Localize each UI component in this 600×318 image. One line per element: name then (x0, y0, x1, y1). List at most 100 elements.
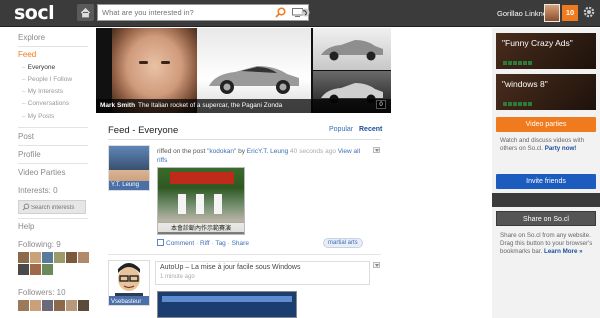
video-party-card[interactable]: "windows 8" (496, 74, 596, 110)
avatar[interactable] (66, 252, 77, 263)
following-count[interactable]: Following: 9 (18, 240, 61, 249)
avatar[interactable] (66, 300, 77, 311)
avatar[interactable] (78, 300, 89, 311)
avatar[interactable] (54, 252, 65, 263)
car-image (321, 40, 383, 61)
search-input[interactable] (98, 5, 268, 20)
post-screenshot[interactable] (157, 291, 297, 318)
divider (108, 254, 381, 255)
avatar[interactable] (18, 264, 29, 275)
video-party-title: "windows 8" (502, 79, 548, 89)
image-figure (196, 194, 204, 214)
feed-item-label: People I Follow (27, 76, 73, 83)
learn-more-link[interactable]: Learn More » (544, 248, 583, 255)
post-author-name[interactable]: Y.T. Leung (109, 181, 149, 190)
caption-text: The Italian rocket of a supercar, the Pa… (138, 102, 283, 109)
tag-link[interactable]: Tag (215, 240, 225, 247)
top-bar: socl Gorillao Linknoi 10 (0, 0, 600, 27)
collapse-post-button[interactable] (373, 262, 380, 268)
share-on-socl-button[interactable]: Share on So.cl (496, 211, 596, 226)
nav-profile[interactable]: Profile (18, 150, 41, 159)
cartoon-avatar-icon: Vsebasteur (109, 263, 149, 305)
divider (18, 163, 88, 164)
interests-count: Interests: 0 (18, 186, 58, 195)
riffs-link[interactable]: riffs (157, 157, 167, 164)
participant-thumbs (503, 61, 532, 65)
supercar-photo (313, 28, 391, 70)
nav-explore[interactable]: Explore (18, 33, 45, 42)
video-party-title: "Funny Crazy Ads" (502, 38, 573, 48)
avatar[interactable] (30, 252, 41, 263)
nav-help[interactable]: Help (18, 222, 34, 231)
post-timestamp: 40 seconds ago (288, 148, 338, 155)
post-link[interactable]: "kodokan" (207, 148, 236, 155)
tab-recent[interactable]: Recent (359, 126, 382, 133)
username-label[interactable]: Gorillao Linknoi (497, 9, 549, 18)
follower-avatars (18, 300, 89, 311)
video-parties-button[interactable]: Video parties (496, 117, 596, 132)
feed-item-everyone[interactable]: – Everyone (22, 64, 55, 71)
globe-icon[interactable] (301, 8, 310, 17)
tab-popular[interactable]: Popular (329, 126, 353, 133)
search-interests-input[interactable] (31, 202, 85, 213)
post-title[interactable]: AutoUp – La mise à jour facile sous Wind… (160, 264, 300, 271)
avatar[interactable] (42, 300, 53, 311)
riff-link[interactable]: Riff (200, 240, 210, 247)
gear-icon[interactable] (582, 5, 596, 19)
avatar[interactable] (54, 300, 65, 311)
search-interests-field[interactable] (18, 200, 86, 214)
post-author-avatar[interactable]: Vsebasteur (108, 260, 150, 306)
collapse-post-button[interactable] (373, 147, 380, 153)
feed-item-label: Conversations (27, 100, 70, 107)
user-avatar[interactable] (544, 4, 560, 22)
invite-friends-button[interactable]: Invite friends (496, 174, 596, 189)
divider (18, 218, 88, 219)
party-now-link[interactable]: Party now! (545, 145, 577, 152)
divider (18, 46, 88, 47)
participant-thumbs (503, 102, 532, 106)
avatar[interactable] (18, 300, 29, 311)
avatar[interactable] (78, 252, 89, 263)
socl-logo[interactable]: socl (14, 2, 55, 24)
avatar[interactable] (30, 300, 41, 311)
comment-icon (157, 239, 164, 246)
avatar[interactable] (42, 252, 53, 263)
notification-badge[interactable]: 10 (562, 5, 578, 21)
avatar[interactable] (18, 252, 29, 263)
view-all-riffs-link[interactable]: View all (338, 148, 360, 155)
nav-feed[interactable]: Feed (18, 50, 36, 59)
car-image (209, 66, 299, 94)
nav-post[interactable]: Post (18, 132, 34, 141)
banner-caption: Mark Smith The Italian rocket of a superc… (96, 99, 391, 113)
video-party-card[interactable]: "Funny Crazy Ads" (496, 33, 596, 69)
comment-link[interactable]: Comment (166, 240, 194, 247)
feed-item-my-interests[interactable]: – My Interests (22, 88, 63, 95)
feed-title: Feed - Everyone (108, 125, 179, 136)
search-bar[interactable] (97, 4, 309, 21)
video-parties-description: Watch and discuss videos with others on … (500, 137, 594, 153)
divider (492, 193, 600, 207)
screenshot-toolbar (162, 296, 292, 302)
search-icon[interactable] (275, 7, 286, 18)
caption-author[interactable]: Mark Smith (100, 102, 135, 109)
post-summary: riffed on the post "kodokan" by EricY.T.… (157, 147, 367, 165)
image-banner (170, 172, 234, 184)
post-actions: Comment · Riff · Tag · Share (157, 239, 249, 247)
post-image[interactable]: 本會診斷內作示範賽演 (157, 167, 245, 235)
feed-item-conversations[interactable]: – Conversations (22, 100, 69, 107)
post-author-avatar[interactable]: Y.T. Leung (108, 145, 150, 191)
home-button[interactable] (77, 4, 94, 21)
divider (18, 145, 88, 146)
featured-banner[interactable]: Mark Smith The Italian rocket of a superc… (96, 28, 391, 113)
user-link[interactable]: EricY.T. Leung (247, 148, 288, 155)
right-column (492, 28, 600, 318)
nav-video-parties[interactable]: Video Parties (18, 168, 65, 177)
interest-tag[interactable]: martial arts (323, 238, 363, 248)
following-avatars (18, 252, 89, 263)
avatar[interactable] (30, 264, 41, 275)
avatar[interactable] (42, 264, 53, 275)
feed-item-my-posts[interactable]: – My Posts (22, 113, 54, 120)
followers-count[interactable]: Followers: 10 (18, 288, 66, 297)
feed-item-people-i-follow[interactable]: – People I Follow (22, 76, 72, 83)
share-link[interactable]: Share (232, 240, 249, 247)
